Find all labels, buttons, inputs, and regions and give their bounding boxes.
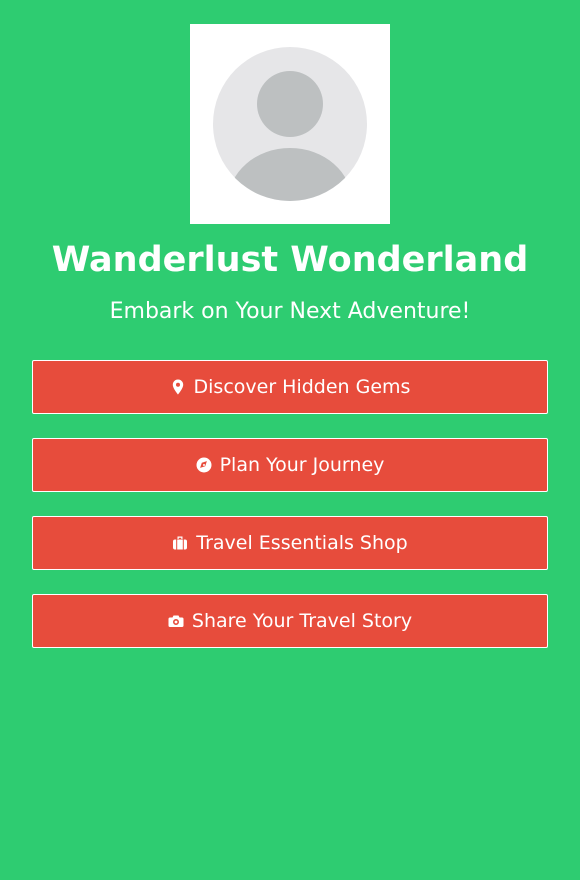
camera-icon	[168, 613, 184, 629]
button-label: Plan Your Journey	[219, 454, 385, 476]
suitcase-icon	[172, 535, 188, 551]
share-travel-story-button[interactable]: Share Your Travel Story	[32, 594, 548, 648]
travel-essentials-shop-button[interactable]: Travel Essentials Shop	[32, 516, 548, 570]
page-subtitle: Embark on Your Next Adventure!	[109, 299, 471, 324]
link-page: Wanderlust Wonderland Embark on Your Nex…	[0, 0, 580, 880]
discover-hidden-gems-button[interactable]: Discover Hidden Gems	[32, 360, 548, 414]
button-label: Discover Hidden Gems	[193, 376, 411, 398]
avatar	[190, 24, 390, 224]
user-avatar-icon	[190, 24, 390, 224]
map-marker-icon	[170, 379, 186, 395]
button-label: Share Your Travel Story	[191, 610, 413, 632]
page-title: Wanderlust Wonderland	[51, 240, 529, 280]
button-label: Travel Essentials Shop	[196, 532, 408, 554]
plan-your-journey-button[interactable]: Plan Your Journey	[32, 438, 548, 492]
compass-icon	[196, 457, 212, 473]
